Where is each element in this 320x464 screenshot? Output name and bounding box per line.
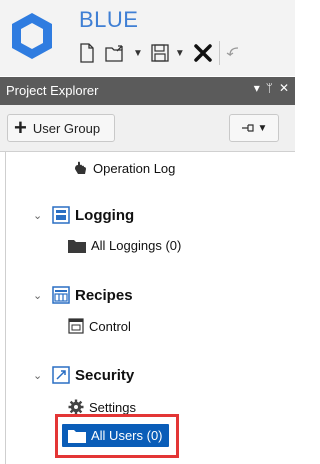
chevron-down-icon: ▼ — [257, 122, 268, 134]
tree-item-all-loggings[interactable]: All Loggings (0) — [68, 238, 181, 253]
pin-icon — [241, 124, 254, 132]
title-bar: BLUE ▼ ▼ — [0, 0, 295, 76]
chevron-down-icon[interactable]: ⌄ — [33, 289, 42, 302]
chevron-down-icon[interactable]: ▼ — [133, 48, 143, 59]
tree-item-label: Settings — [89, 399, 136, 415]
app-title: BLUE — [79, 7, 139, 32]
close-icon[interactable]: ✕ — [279, 81, 289, 95]
tree-item-security[interactable]: Security — [52, 366, 134, 384]
add-user-group-button[interactable]: + User Group — [7, 114, 115, 142]
hexagon-logo-icon — [12, 13, 52, 59]
explorer-toolbar: + User Group ▼ — [0, 105, 295, 152]
save-icon[interactable] — [151, 44, 169, 62]
tree-item-label: Recipes — [75, 286, 133, 304]
tree-item-recipes[interactable]: Recipes — [52, 286, 133, 304]
undo-icon[interactable] — [226, 44, 240, 62]
pin-icon[interactable]: ᛘ — [266, 81, 273, 95]
quick-access-toolbar: ▼ ▼ — [79, 36, 240, 70]
chevron-down-icon[interactable]: ⌄ — [33, 369, 42, 382]
new-document-icon[interactable] — [79, 43, 95, 63]
add-user-group-label: User Group — [32, 120, 101, 136]
control-icon — [68, 318, 84, 334]
folder-icon — [68, 239, 86, 253]
toolbar-separator — [218, 41, 220, 65]
panel-title: Project Explorer — [6, 83, 99, 98]
tree-item-label: Logging — [75, 206, 135, 224]
tree-item-label: All Loggings (0) — [91, 238, 182, 253]
chevron-down-icon[interactable]: ⌄ — [33, 209, 42, 222]
plus-icon: + — [14, 115, 27, 140]
logging-icon — [52, 206, 70, 224]
tree-item-label: Operation Log — [93, 160, 176, 176]
gear-icon — [68, 399, 84, 415]
pin-options-button[interactable]: ▼ — [229, 114, 279, 142]
tree-item-operation-log[interactable]: Operation Log — [72, 160, 175, 176]
hand-icon — [72, 160, 88, 176]
chevron-down-icon[interactable]: ▼ — [175, 48, 185, 59]
tree-item-control[interactable]: Control — [68, 318, 131, 334]
tree-border — [5, 152, 6, 464]
highlight-annotation-box — [55, 414, 179, 458]
tree-item-label: Control — [89, 318, 131, 334]
delete-x-icon[interactable] — [193, 43, 213, 63]
tree-item-settings[interactable]: Settings — [68, 399, 136, 415]
project-explorer-header: Project Explorer ▾ ᛘ ✕ — [0, 77, 295, 105]
security-icon — [52, 366, 70, 384]
recipes-icon — [52, 286, 70, 304]
panel-menu-chevron-icon[interactable]: ▾ — [254, 81, 260, 95]
tree-item-label: Security — [75, 366, 135, 384]
open-folder-icon[interactable] — [105, 43, 127, 63]
tree-item-logging[interactable]: Logging — [52, 206, 134, 224]
